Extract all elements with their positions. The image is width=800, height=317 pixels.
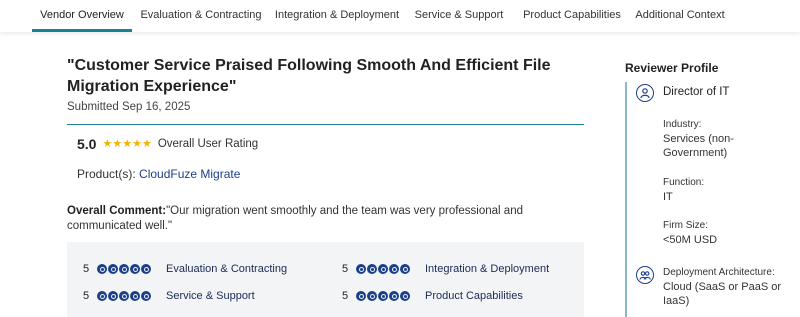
rating-dot-icon <box>97 291 107 301</box>
star-icon: ★ <box>102 137 113 150</box>
title-divider <box>67 124 584 125</box>
rating-dot-icon <box>119 291 129 301</box>
star-icon: ★ <box>112 137 123 150</box>
deployment-label: Deployment Architecture: <box>663 267 775 278</box>
score-dots <box>97 291 152 301</box>
rating-dot-icon <box>97 264 107 274</box>
function-block: Function: IT <box>663 176 793 204</box>
function-value: IT <box>663 191 673 203</box>
tab-bar: Vendor Overview Evaluation & Contracting… <box>0 0 800 32</box>
star-icon: ★ <box>141 137 152 150</box>
profile-timeline-line <box>625 82 627 317</box>
star-icon: ★ <box>122 137 133 150</box>
tab-integration-deployment[interactable]: Integration & Deployment <box>274 0 400 32</box>
score-label: Product Capabilities <box>425 290 523 302</box>
score-evaluation-contracting: 5 Evaluation & Contracting <box>83 262 287 276</box>
rating-dot-icon <box>108 291 118 301</box>
industry-value: Services (non-Government) <box>663 133 734 159</box>
person-icon <box>636 84 654 102</box>
star-icon: ★ <box>132 137 142 150</box>
star-rating: ★ ★ ★ ★ ★ <box>102 137 152 150</box>
tab-product-capabilities[interactable]: Product Capabilities <box>519 0 625 32</box>
overall-rating-label: Overall User Rating <box>157 138 259 150</box>
firm-size-label: Firm Size: <box>663 220 708 231</box>
rating-dot-icon <box>389 291 399 301</box>
reviewer-profile-heading: Reviewer Profile <box>625 61 719 75</box>
score-label: Integration & Deployment <box>425 263 550 275</box>
firm-size-block: Firm Size: <50M USD <box>663 219 793 247</box>
rating-dot-icon <box>367 291 377 301</box>
product-link[interactable]: CloudFuze Migrate <box>139 167 240 181</box>
products: Product(s): CloudFuze Migrate <box>77 167 240 181</box>
tab-vendor-overview[interactable]: Vendor Overview <box>32 0 132 32</box>
score-product-capabilities: 5 Product Capabilities <box>342 289 523 303</box>
rating-dot-icon <box>119 264 129 274</box>
industry-block: Industry: Services (non-Government) <box>663 118 793 160</box>
score-value: 5 <box>342 290 349 302</box>
rating-dot-icon <box>141 291 151 301</box>
rating-dot-icon <box>378 264 388 274</box>
comment-label: Overall Comment: <box>67 205 167 217</box>
rating-dot-icon <box>400 291 410 301</box>
score-service-support: 5 Service & Support <box>83 289 255 303</box>
submitted-date: Submitted Sep 16, 2025 <box>67 101 191 113</box>
score-dots <box>97 264 152 274</box>
overall-rating: 5.0 ★ ★ ★ ★ ★ Overall User Rating <box>77 136 258 152</box>
products-label: Product(s): <box>77 167 136 181</box>
tab-evaluation-contracting[interactable]: Evaluation & Contracting <box>138 0 264 32</box>
rating-dot-icon <box>389 264 399 274</box>
score-dots <box>356 291 411 301</box>
tab-service-support[interactable]: Service & Support <box>412 0 506 32</box>
industry-label: Industry: <box>663 119 702 130</box>
function-label: Function: <box>663 177 705 188</box>
score-integration-deployment: 5 Integration & Deployment <box>342 262 549 276</box>
review-title: "Customer Service Praised Following Smoo… <box>67 57 551 95</box>
rating-dot-icon <box>367 264 377 274</box>
deployment-block: Deployment Architecture: Cloud (SaaS or … <box>663 266 793 308</box>
reviewer-role: Director of IT <box>663 86 730 98</box>
rating-dot-icon <box>356 291 366 301</box>
score-label: Service & Support <box>166 290 255 302</box>
score-dots <box>356 264 411 274</box>
firm-size-value: <50M USD <box>663 234 718 246</box>
rating-dot-icon <box>378 291 388 301</box>
overall-rating-value: 5.0 <box>77 136 97 152</box>
overall-comment: Overall Comment:"Our migration went smoo… <box>67 204 547 234</box>
review-header: "Customer Service Praised Following Smoo… <box>67 55 584 113</box>
category-scores: 5 Evaluation & Contracting 5 Integration… <box>67 242 584 317</box>
rating-dot-icon <box>108 264 118 274</box>
rating-dot-icon <box>356 264 366 274</box>
rating-dot-icon <box>130 264 140 274</box>
score-value: 5 <box>83 290 90 302</box>
group-icon <box>636 266 654 284</box>
rating-dot-icon <box>141 264 151 274</box>
score-value: 5 <box>83 263 90 275</box>
deployment-value: Cloud (SaaS or PaaS or IaaS) <box>663 281 782 307</box>
score-value: 5 <box>342 263 349 275</box>
tab-additional-context[interactable]: Additional Context <box>634 0 726 32</box>
rating-dot-icon <box>400 264 410 274</box>
score-label: Evaluation & Contracting <box>166 263 288 275</box>
rating-dot-icon <box>130 291 140 301</box>
